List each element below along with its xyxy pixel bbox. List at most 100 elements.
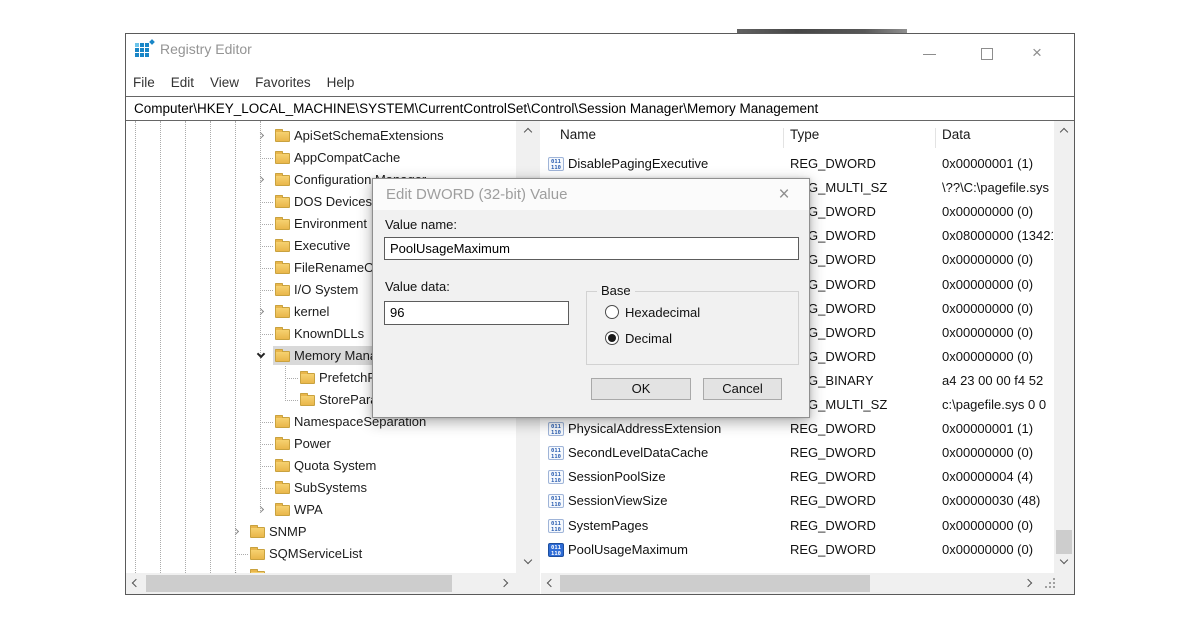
tree-connector	[260, 290, 273, 291]
chevron-right-icon[interactable]	[257, 506, 264, 513]
list-vertical-scrollbar[interactable]	[1054, 121, 1074, 573]
scroll-right-icon[interactable]	[1024, 579, 1032, 587]
value-row-poolusagemaximum[interactable]: 011110PoolUsageMaximumREG_DWORD0x0000000…	[541, 538, 1053, 562]
tree-item-label: Environment	[294, 216, 367, 231]
maximize-button[interactable]	[977, 44, 999, 64]
tree-item-sqmservicelist[interactable]: SQMServiceList	[126, 543, 516, 565]
close-button[interactable]: ×	[1032, 44, 1054, 64]
tree-item-appcompatcache[interactable]: AppCompatCache	[126, 147, 516, 169]
dialog-close-button[interactable]: ×	[772, 183, 796, 207]
tree-connector	[260, 202, 273, 203]
list-hscroll-thumb[interactable]	[560, 575, 870, 592]
folder-icon	[275, 307, 290, 318]
menu-view[interactable]: View	[210, 75, 239, 90]
folder-icon	[275, 439, 290, 450]
column-header-data[interactable]: Data	[942, 127, 971, 142]
tree-item-apisetschemaextensions[interactable]: ApiSetSchemaExtensions	[126, 125, 516, 147]
folder-icon	[275, 175, 290, 186]
tree-item-label: Executive	[294, 238, 350, 253]
column-header-name[interactable]: Name	[560, 127, 596, 142]
chevron-right-icon[interactable]	[257, 308, 264, 315]
tree-connector	[285, 378, 298, 379]
value-data: 0x00000000 (0)	[942, 301, 1053, 316]
value-data-field[interactable]: 96	[384, 301, 569, 325]
scroll-right-icon[interactable]	[500, 579, 508, 587]
close-icon: ×	[778, 184, 789, 205]
value-row-sessionviewsize[interactable]: 011110SessionViewSizeREG_DWORD0x00000030…	[541, 489, 1053, 513]
value-type: REG_DWORD	[790, 156, 876, 171]
value-data: 0x00000000 (0)	[942, 277, 1053, 292]
radio-unchecked-icon[interactable]	[605, 305, 619, 319]
dialog-title-bar: Edit DWORD (32-bit) Value ×	[373, 179, 809, 210]
minimize-button[interactable]	[919, 44, 941, 64]
list-horizontal-scrollbar[interactable]	[541, 573, 1040, 594]
tree-item-snmp[interactable]: SNMP	[126, 521, 516, 543]
tree-item-label: AppCompatCache	[294, 150, 400, 165]
value-data: 0x00000001 (1)	[942, 421, 1053, 436]
scroll-down-icon[interactable]	[524, 556, 532, 564]
folder-icon	[275, 351, 290, 362]
scroll-up-icon[interactable]	[524, 128, 532, 136]
folder-icon	[250, 527, 265, 538]
tree-connector	[260, 422, 273, 423]
value-row-physicaladdressextension[interactable]: 011110PhysicalAddressExtensionREG_DWORD0…	[541, 417, 1053, 441]
menu-help[interactable]: Help	[327, 75, 355, 90]
menu-edit[interactable]: Edit	[171, 75, 194, 90]
column-header-type[interactable]: Type	[790, 127, 819, 142]
value-row-disablepagingexecutive[interactable]: 011110DisablePagingExecutiveREG_DWORD0x0…	[541, 152, 1053, 176]
dialog-title: Edit DWORD (32-bit) Value	[386, 186, 567, 203]
tree-item-partial[interactable]	[126, 565, 516, 573]
scroll-left-icon[interactable]	[132, 579, 140, 587]
scroll-up-icon[interactable]	[1060, 128, 1068, 136]
tree-item-wpa[interactable]: WPA	[126, 499, 516, 521]
scroll-left-icon[interactable]	[547, 579, 555, 587]
folder-icon	[275, 461, 290, 472]
tree-horizontal-scrollbar[interactable]	[126, 573, 516, 594]
folder-icon	[275, 241, 290, 252]
value-type: REG_DWORD	[790, 518, 876, 533]
radio-checked-icon[interactable]	[605, 331, 619, 345]
value-row-systempages[interactable]: 011110SystemPagesREG_DWORD0x00000000 (0)	[541, 514, 1053, 538]
dword-value-icon: 011110	[548, 519, 564, 533]
ok-button[interactable]: OK	[591, 378, 691, 400]
minimize-icon	[923, 54, 936, 55]
resize-grip-icon[interactable]	[1045, 578, 1047, 580]
address-bar[interactable]: Computer\HKEY_LOCAL_MACHINE\SYSTEM\Curre…	[126, 96, 1074, 121]
tree-item-subsystems[interactable]: SubSystems	[126, 477, 516, 499]
tree-item-power[interactable]: Power	[126, 433, 516, 455]
dword-value-icon: 011110	[548, 494, 564, 508]
column-separator[interactable]	[935, 128, 936, 148]
dword-value-icon: 011110	[548, 422, 564, 436]
tree-item-label: ApiSetSchemaExtensions	[294, 128, 444, 143]
list-vscroll-thumb[interactable]	[1056, 530, 1072, 554]
tree-item-label: SNMP	[269, 524, 307, 539]
column-separator[interactable]	[783, 128, 784, 148]
scroll-down-icon[interactable]	[1060, 556, 1068, 564]
value-type: REG_DWORD	[790, 445, 876, 460]
value-row-secondleveldatacache[interactable]: 011110SecondLevelDataCacheREG_DWORD0x000…	[541, 441, 1053, 465]
value-name-field[interactable]: PoolUsageMaximum	[384, 237, 799, 260]
tree-item-label: Quota System	[294, 458, 376, 473]
folder-icon	[275, 417, 290, 428]
chevron-right-icon[interactable]	[257, 176, 264, 183]
cancel-button[interactable]: Cancel	[703, 378, 782, 400]
folder-icon	[275, 329, 290, 340]
chevron-down-icon[interactable]	[257, 350, 265, 358]
tree-connector	[260, 224, 273, 225]
value-data: 0x00000000 (0)	[942, 445, 1053, 460]
value-row-sessionpoolsize[interactable]: 011110SessionPoolSizeREG_DWORD0x00000004…	[541, 465, 1053, 489]
value-name-text: PoolUsageMaximum	[390, 241, 510, 256]
value-type: REG_DWORD	[790, 493, 876, 508]
tree-item-quota-system[interactable]: Quota System	[126, 455, 516, 477]
value-name: SessionPoolSize	[568, 469, 666, 484]
desktop-background: Registry Editor × FileEditViewFavoritesH…	[0, 0, 1200, 628]
menu-file[interactable]: File	[133, 75, 155, 90]
chevron-right-icon[interactable]	[257, 132, 264, 139]
tree-hscroll-thumb[interactable]	[146, 575, 452, 592]
menu-favorites[interactable]: Favorites	[255, 75, 311, 90]
value-data: 0x08000000 (134217728)	[942, 228, 1053, 243]
folder-icon	[275, 263, 290, 274]
close-icon: ×	[1032, 43, 1042, 63]
chevron-right-icon[interactable]	[232, 528, 239, 535]
value-name-label: Value name:	[385, 217, 457, 232]
